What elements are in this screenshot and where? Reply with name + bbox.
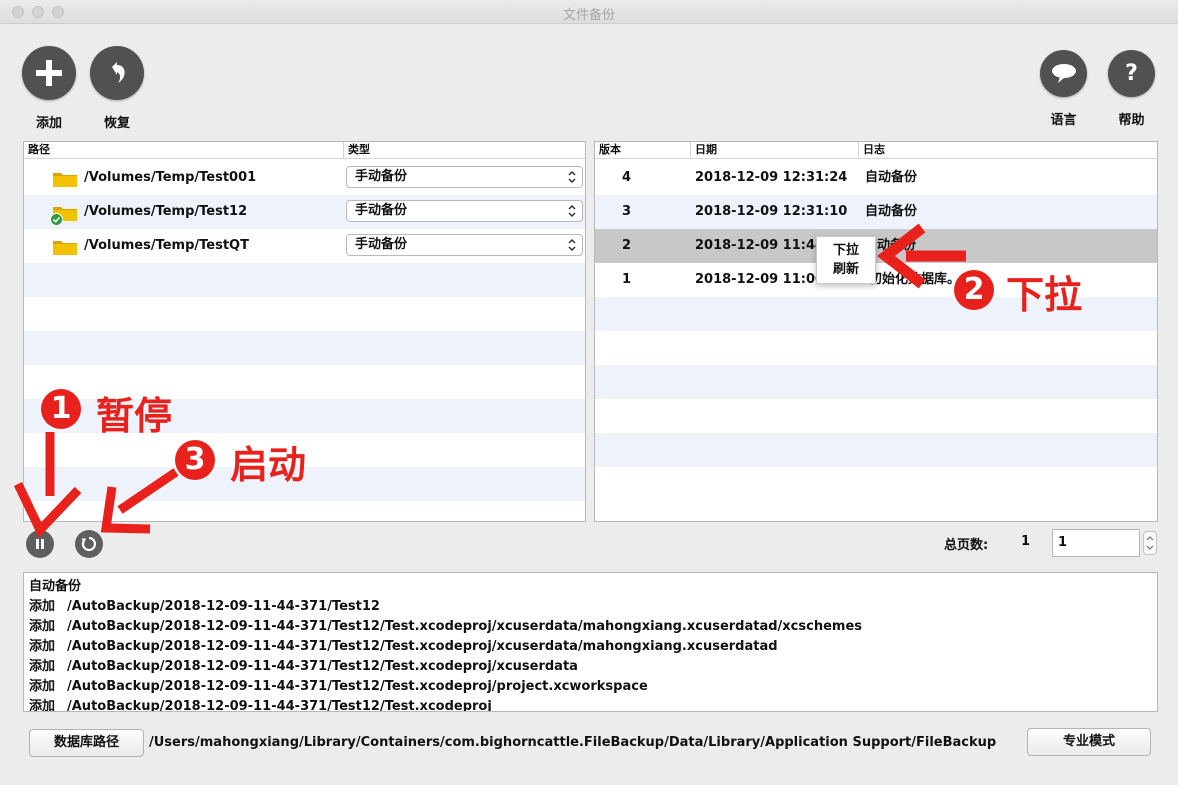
log-line: 添加/AutoBackup/2018-12-09-11-44-371/Test1… (29, 619, 862, 634)
stepper-arrows-icon (1146, 536, 1154, 550)
empty-row (595, 331, 1157, 365)
empty-row (24, 331, 585, 365)
annotation-pull-label: 下拉 (1006, 273, 1083, 317)
version-cell: 4 (622, 170, 632, 185)
backup-type-select[interactable]: 手动备份 (346, 166, 583, 188)
path-cell: /Volumes/Temp/TestQT (84, 238, 249, 253)
empty-row (24, 297, 585, 331)
help-label: 帮助 (1118, 113, 1145, 128)
folder-icon (53, 173, 77, 187)
table-row[interactable]: /Volumes/Temp/TestQT 手动备份 (24, 229, 585, 263)
log-title: 自动备份 (29, 579, 82, 594)
annotation-badge-3: 3 (175, 440, 215, 480)
undo-icon (90, 46, 144, 100)
pause-button[interactable] (26, 530, 54, 558)
backup-type-value: 手动备份 (355, 203, 408, 218)
annotation-badge-2: 2 (954, 270, 994, 310)
empty-row (595, 399, 1157, 433)
log-cell: 自动备份 (865, 204, 918, 219)
database-path-button[interactable]: 数据库路径 (29, 729, 144, 757)
version-cell: 1 (622, 272, 632, 287)
reload-icon (81, 536, 97, 552)
checkmark-badge-icon (50, 213, 63, 226)
log-cell: 自动备份 (865, 170, 918, 185)
backup-type-value: 手动备份 (355, 169, 408, 184)
plus-icon (22, 46, 76, 100)
start-button[interactable] (75, 530, 103, 558)
empty-row (595, 365, 1157, 399)
empty-row (595, 433, 1157, 467)
question-icon: ? (1108, 50, 1155, 97)
log-line: 添加/AutoBackup/2018-12-09-11-44-371/Test1… (29, 599, 380, 614)
date-cell: 2018-12-09 12:31:24 (695, 170, 848, 185)
backup-type-value: 手动备份 (355, 237, 408, 252)
empty-row (24, 263, 585, 297)
page-stepper[interactable] (1143, 531, 1157, 555)
version-cell: 3 (622, 204, 632, 219)
path-cell: /Volumes/Temp/Test001 (84, 170, 257, 185)
add-label: 添加 (35, 116, 62, 131)
total-pages-value: 1 (1021, 534, 1031, 549)
path-cell: /Volumes/Temp/Test12 (84, 204, 248, 219)
table-row-selected[interactable]: 2 2018-12-09 11:44: 动备份 (595, 229, 1157, 263)
menu-item-pull[interactable]: 下拉 (817, 241, 875, 260)
updown-arrows-icon (568, 204, 576, 218)
date-cell: 2018-12-09 11:44: (695, 238, 830, 253)
column-header-log[interactable]: 日志 (859, 142, 1157, 159)
log-line: 添加/AutoBackup/2018-12-09-11-44-371/Test1… (29, 639, 778, 654)
annotation-badge-1: 1 (41, 389, 81, 429)
language-button[interactable]: 语言 (1040, 50, 1087, 128)
window-title: 文件备份 (562, 8, 615, 23)
total-pages-label: 总页数: (944, 538, 989, 553)
language-label: 语言 (1050, 113, 1077, 128)
column-header-type[interactable]: 类型 (344, 142, 585, 159)
restore-label: 恢复 (103, 116, 130, 131)
column-header-version[interactable]: 版本 (595, 142, 691, 159)
empty-row (595, 467, 1157, 501)
log-cell: 初始化数据库。 (869, 272, 961, 287)
pause-icon (36, 539, 44, 549)
table-row[interactable]: 3 2018-12-09 12:31:10 自动备份 (595, 195, 1157, 229)
versions-table[interactable]: 版本 日期 日志 4 2018-12-09 12:31:24 自动备份 3 20… (594, 141, 1158, 522)
updown-arrows-icon (568, 238, 576, 252)
page-number-input[interactable]: 1 (1052, 529, 1140, 557)
help-button[interactable]: ? 帮助 (1108, 50, 1155, 128)
version-cell: 2 (622, 238, 632, 253)
log-cell: 动备份 (877, 238, 917, 253)
backup-type-select[interactable]: 手动备份 (346, 234, 583, 256)
backup-type-select[interactable]: 手动备份 (346, 200, 583, 222)
pro-mode-button[interactable]: 专业模式 (1027, 728, 1151, 756)
log-line: 添加/AutoBackup/2018-12-09-11-44-371/Test1… (29, 659, 578, 674)
table-row[interactable]: 4 2018-12-09 12:31:24 自动备份 (595, 161, 1157, 195)
column-header-date[interactable]: 日期 (691, 142, 859, 159)
date-cell: 2018-12-09 11:00: (695, 272, 830, 287)
updown-arrows-icon (568, 170, 576, 184)
table-row[interactable]: /Volumes/Temp/Test12 手动备份 (24, 195, 585, 229)
log-text-area[interactable]: 自动备份 添加/AutoBackup/2018-12-09-11-44-371/… (23, 572, 1158, 712)
refresh-context-menu[interactable]: 下拉 刷新 (816, 236, 876, 284)
annotation-pause-label: 暂停 (96, 394, 173, 438)
log-line: 添加/AutoBackup/2018-12-09-11-44-371/Test1… (29, 679, 648, 694)
table-row[interactable]: /Volumes/Temp/Test001 手动备份 (24, 161, 585, 195)
speech-bubble-icon (1040, 50, 1087, 97)
menu-item-refresh[interactable]: 刷新 (817, 260, 875, 279)
database-path-text: /Users/mahongxiang/Library/Containers/co… (149, 735, 997, 750)
add-button[interactable]: 添加 (22, 46, 76, 131)
date-cell: 2018-12-09 12:31:10 (695, 204, 848, 219)
restore-button[interactable]: 恢复 (90, 46, 144, 131)
annotation-start-label: 启动 (230, 443, 307, 487)
log-line: 添加/AutoBackup/2018-12-09-11-44-371/Test1… (29, 699, 492, 712)
folder-icon (53, 241, 77, 255)
title-bar: 文件备份 (0, 0, 1178, 24)
column-header-path[interactable]: 路径 (24, 142, 344, 159)
